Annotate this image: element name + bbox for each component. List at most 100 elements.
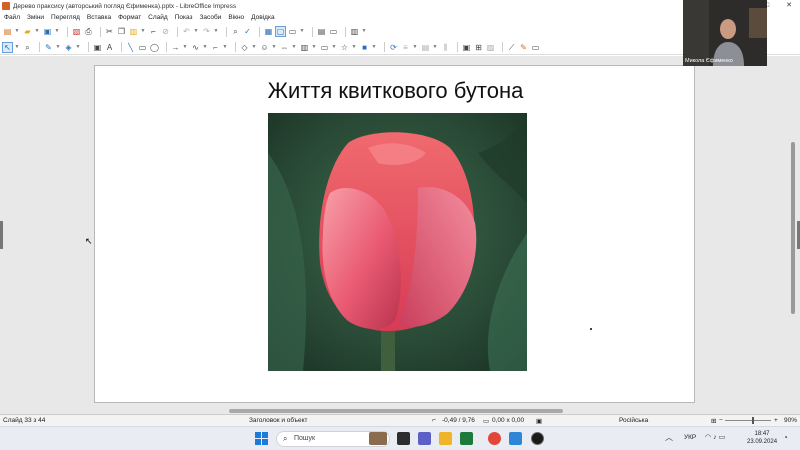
redo-icon[interactable]: ↷ <box>202 27 211 36</box>
select-dropdown-icon[interactable]: ▼ <box>15 43 20 52</box>
save-dropdown-icon[interactable]: ▼ <box>55 27 60 36</box>
menu-format[interactable]: Формат <box>118 14 141 21</box>
shadow-icon[interactable]: ▣ <box>462 43 471 52</box>
fontwork-icon[interactable]: A <box>105 43 114 52</box>
menu-slideshow[interactable]: Показ <box>175 14 193 21</box>
slide-canvas[interactable]: Життя квиткового бутона <box>94 65 695 403</box>
ellipse-tool-icon[interactable]: ◯ <box>150 43 159 52</box>
redo-dropdown-icon[interactable]: ▼ <box>214 27 219 36</box>
block-arrows-icon[interactable]: ⇔ <box>280 43 289 52</box>
symbol-shapes-icon[interactable]: ☺ <box>260 43 269 52</box>
stars-dropdown-icon[interactable]: ▼ <box>352 43 357 52</box>
arrange-icon[interactable]: ▤ <box>421 43 430 52</box>
basic-shapes-dropdown-icon[interactable]: ▼ <box>252 43 257 52</box>
spreadsheet-app-icon[interactable] <box>460 432 473 445</box>
new-dropdown-icon[interactable]: ▼ <box>15 27 20 36</box>
menu-slide[interactable]: Слайд <box>148 14 168 21</box>
document-modified-icon[interactable]: ▣ <box>536 417 542 425</box>
media-player-icon[interactable] <box>531 432 544 445</box>
curves-dropdown-icon[interactable]: ▼ <box>203 43 208 52</box>
menu-edit[interactable]: Зміни <box>27 14 44 21</box>
notification-bell-icon[interactable]: ◔ <box>783 433 788 442</box>
symbol-shapes-dropdown-icon[interactable]: ▼ <box>272 43 277 52</box>
fit-slide-icon[interactable]: ⊞ <box>711 417 716 425</box>
zoom-level[interactable]: 90% <box>784 417 797 424</box>
menu-tools[interactable]: Засоби <box>200 14 222 21</box>
clock[interactable]: 18:47 23.09.2024 <box>747 430 777 446</box>
filter-icon[interactable]: ▨ <box>486 43 495 52</box>
new-slide-icon[interactable]: ▭ <box>329 27 338 36</box>
connectors-dropdown-icon[interactable]: ▼ <box>223 43 228 52</box>
flowchart-icon[interactable]: ▥ <box>300 43 309 52</box>
wifi-sound-battery-icons[interactable]: ◠♪▭ <box>705 433 727 441</box>
points-icon[interactable]: ⟋ <box>507 43 516 52</box>
menu-insert[interactable]: Вставка <box>87 14 111 21</box>
left-panel-handle[interactable] <box>0 221 3 249</box>
task-view-icon[interactable] <box>397 432 410 445</box>
horizontal-scrollbar[interactable] <box>229 409 563 413</box>
file-explorer-icon[interactable] <box>439 432 452 445</box>
zoom-slider[interactable] <box>725 417 771 424</box>
distribute-icon[interactable]: ⫼ <box>441 43 450 52</box>
cut-icon[interactable]: ✂ <box>105 27 114 36</box>
video-call-tile[interactable]: Микола Єфименко <box>683 0 767 66</box>
lines-arrows-icon[interactable]: → <box>171 43 180 52</box>
lines-arrows-dropdown-icon[interactable]: ▼ <box>183 43 188 52</box>
rotate-icon[interactable]: ⟳ <box>389 43 398 52</box>
curves-icon[interactable]: ∿ <box>191 43 200 52</box>
fill-color-dropdown-icon[interactable]: ▼ <box>76 43 81 52</box>
undo-icon[interactable]: ↶ <box>182 27 191 36</box>
stars-icon[interactable]: ☆ <box>340 43 349 52</box>
clone-formatting-icon[interactable]: ⌐ <box>149 27 158 36</box>
zoom-pan-icon[interactable]: ⌕ <box>23 43 32 52</box>
slide-layout-icon[interactable]: ▥ <box>350 27 359 36</box>
line-color-dropdown-icon[interactable]: ▼ <box>56 43 61 52</box>
print-icon[interactable]: ⎙ <box>84 27 93 36</box>
tulip-image[interactable] <box>268 113 527 371</box>
align-objects-icon[interactable]: ≡ <box>401 43 410 52</box>
clear-formatting-icon[interactable]: ⊘ <box>161 27 170 36</box>
paste-icon[interactable]: ▥ <box>129 27 138 36</box>
line-tool-icon[interactable]: ╲ <box>126 43 135 52</box>
search-highlight-icon[interactable] <box>369 432 387 445</box>
undo-dropdown-icon[interactable]: ▼ <box>194 27 199 36</box>
select-pointer-icon[interactable]: ↖ <box>2 41 13 53</box>
display-grid-icon[interactable]: ▦ <box>264 27 273 36</box>
paste-dropdown-icon[interactable]: ▼ <box>141 27 146 36</box>
text-box-icon[interactable]: ▣ <box>93 43 102 52</box>
flowchart-dropdown-icon[interactable]: ▼ <box>312 43 317 52</box>
3d-objects-icon[interactable]: ■ <box>360 43 369 52</box>
menu-file[interactable]: Файл <box>4 14 20 21</box>
language-status[interactable]: Російська <box>619 417 648 424</box>
views-dropdown-icon[interactable]: ▼ <box>300 27 305 36</box>
callouts-dropdown-icon[interactable]: ▼ <box>332 43 337 52</box>
basic-shapes-icon[interactable]: ◇ <box>240 43 249 52</box>
zoom-slider-knob[interactable] <box>751 417 754 424</box>
line-color-icon[interactable]: ✎ <box>44 43 53 52</box>
menu-help[interactable]: Довідка <box>251 14 274 21</box>
workspace[interactable]: Життя квиткового бутона ↖ <box>0 56 800 414</box>
find-replace-icon[interactable]: ⌕ <box>231 27 240 36</box>
chrome-icon[interactable] <box>488 432 501 445</box>
block-arrows-dropdown-icon[interactable]: ▼ <box>292 43 297 52</box>
teams-icon[interactable] <box>418 432 431 445</box>
save-icon[interactable]: ▣ <box>43 27 52 36</box>
callouts-icon[interactable]: ▭ <box>320 43 329 52</box>
arrange-dropdown-icon[interactable]: ▼ <box>433 43 438 52</box>
zoom-out-icon[interactable]: − <box>719 417 723 424</box>
menu-view[interactable]: Перегляд <box>51 14 80 21</box>
align-dropdown-icon[interactable]: ▼ <box>413 43 418 52</box>
layout-dropdown-icon[interactable]: ▼ <box>362 27 367 36</box>
scrollbar-thumb[interactable] <box>791 142 795 314</box>
copy-icon[interactable]: ❐ <box>117 27 126 36</box>
close-button[interactable]: ✕ <box>778 0 800 12</box>
slide-title[interactable]: Життя квиткового бутона <box>95 78 696 104</box>
toggle-extrusion-icon[interactable]: ▭ <box>531 43 540 52</box>
spelling-icon[interactable]: ✓ <box>243 27 252 36</box>
helplines-icon[interactable]: ▢ <box>275 26 286 37</box>
glue-points-icon[interactable]: ✎ <box>519 43 528 52</box>
rectangle-tool-icon[interactable]: ▭ <box>138 43 147 52</box>
menu-window[interactable]: Вікно <box>228 14 244 21</box>
input-language[interactable]: УКР <box>684 434 696 441</box>
master-slide-icon[interactable]: ▤ <box>317 27 326 36</box>
